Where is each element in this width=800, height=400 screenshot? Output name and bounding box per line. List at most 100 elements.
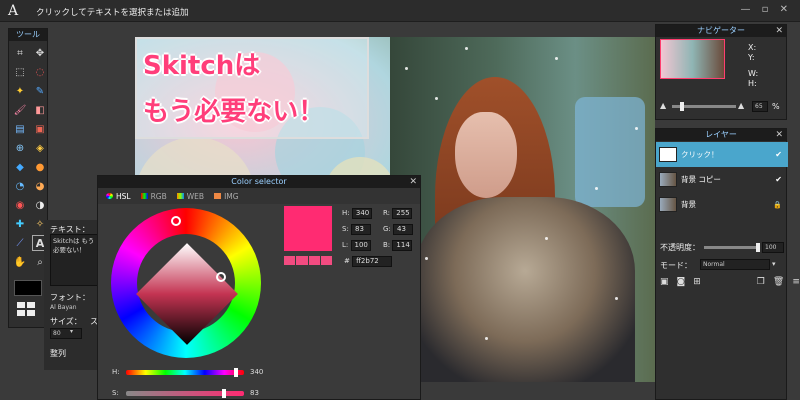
status-text: クリックしてテキストを選択または追加 xyxy=(36,8,189,18)
font-value[interactable]: Al Bayan xyxy=(50,304,77,311)
wand-icon[interactable]: ✦ xyxy=(12,83,28,99)
app-logo[interactable]: A xyxy=(8,3,18,19)
hand-icon[interactable]: ✋ xyxy=(12,254,28,270)
snowflake xyxy=(435,97,438,100)
s-field[interactable]: S: 83 xyxy=(342,224,372,235)
stamp-icon[interactable]: ⊕ xyxy=(12,140,28,156)
tab-img[interactable]: IMG xyxy=(214,192,239,201)
saturation-handle[interactable] xyxy=(216,272,226,282)
size-input[interactable]: 80 xyxy=(50,328,82,339)
gradient-icon[interactable]: ▣ xyxy=(32,121,48,137)
nav-h-label: H: xyxy=(748,79,757,88)
close-icon[interactable]: ✕ xyxy=(409,176,417,188)
subject-coat xyxy=(415,197,635,382)
layer-thumbnail xyxy=(659,197,677,212)
marquee-icon[interactable]: ⬚ xyxy=(12,64,28,80)
fill-icon[interactable]: ▤ xyxy=(12,121,28,137)
navigator-panel: ナビゲーター ✕ X: Y: W: H: ▲ ▲ 65 % xyxy=(655,24,787,120)
close-icon[interactable]: ✕ xyxy=(775,129,783,141)
g-field[interactable]: G: 43 xyxy=(383,224,414,235)
burn-icon[interactable]: ◉ xyxy=(12,197,28,213)
align-label: 整列 xyxy=(50,349,66,358)
layer-item[interactable]: 背景 コピー ✔ xyxy=(656,167,788,192)
window-controls[interactable]: — ▫ ✕ xyxy=(740,4,792,15)
callout-line-1: Skitchは xyxy=(143,51,261,81)
layer-style-icon[interactable]: ▣ xyxy=(660,277,669,287)
layer-mask-icon[interactable]: ◙ xyxy=(677,277,686,287)
text-input[interactable]: Skitchは もう必要ない！ xyxy=(50,234,100,286)
chevron-down-icon[interactable]: ▾ xyxy=(772,260,776,268)
snowflake xyxy=(635,127,638,130)
tab-rgb[interactable]: RGB xyxy=(140,192,167,201)
new-layer-icon[interactable]: ❐ xyxy=(757,277,765,287)
dodge-icon[interactable]: ◕ xyxy=(32,178,48,194)
lasso-icon[interactable]: ◌ xyxy=(32,64,48,80)
hue-handle[interactable] xyxy=(171,216,181,226)
snowflake xyxy=(405,67,408,70)
lock-icon: 🔒 xyxy=(773,200,782,209)
callout-line-2: もう必要ない！ xyxy=(143,97,325,127)
pencil-icon[interactable]: ✎ xyxy=(32,83,48,99)
zoom-in-icon[interactable]: ▲ xyxy=(738,101,744,110)
layer-item[interactable]: クリック！ ✔ xyxy=(656,142,788,167)
opacity-slider[interactable] xyxy=(704,243,760,252)
blur-icon[interactable]: ● xyxy=(32,159,48,175)
size-dropdown-icon[interactable]: ▾ xyxy=(70,328,73,335)
snowflake xyxy=(485,337,488,340)
zoom-slider-thumb[interactable] xyxy=(680,102,684,111)
color-mode-tabs: HSL RGB WEB IMG xyxy=(98,188,420,204)
pinch-icon[interactable]: ⟋ xyxy=(12,235,28,251)
crop-icon[interactable]: ⌗ xyxy=(12,45,28,61)
sponge-icon[interactable]: ◔ xyxy=(12,178,28,194)
hue-slider-thumb[interactable] xyxy=(234,368,238,377)
visibility-check-icon[interactable]: ✔ xyxy=(775,175,782,184)
primary-color-swatch[interactable] xyxy=(14,280,42,296)
zoom-input[interactable]: 65 xyxy=(752,101,768,112)
tools-panel: ツール ⌗ ✥ ⬚ ◌ ✦ ✎ 🖌 ◧ ▤ ▣ ⊕ ◈ ◆ ● ◔ ◕ ◉ ◑ … xyxy=(8,28,48,328)
hue-slider[interactable] xyxy=(126,368,244,377)
redeye-icon[interactable]: ◑ xyxy=(32,197,48,213)
visibility-check-icon[interactable]: ✔ xyxy=(775,150,782,159)
hex-field[interactable]: # ff2b72 xyxy=(344,256,393,267)
tool-grid: ⌗ ✥ ⬚ ◌ ✦ ✎ 🖌 ◧ ▤ ▣ ⊕ ◈ ◆ ● ◔ ◕ ◉ ◑ ✚ ✧ … xyxy=(9,41,48,274)
tab-web[interactable]: WEB xyxy=(176,192,204,201)
close-icon[interactable]: ✕ xyxy=(775,25,783,37)
snowflake xyxy=(595,187,598,190)
color-history-strip[interactable] xyxy=(284,256,332,265)
layer-menu-icon[interactable]: ≡ xyxy=(792,277,800,287)
text-callout[interactable]: Skitchは もう必要ない！ xyxy=(135,37,369,139)
view-grid-icon[interactable] xyxy=(17,302,47,316)
drawing-icon[interactable]: ◆ xyxy=(12,159,28,175)
snowflake xyxy=(465,47,468,50)
b-field[interactable]: B: 114 xyxy=(383,240,413,251)
l-field[interactable]: L: 100 xyxy=(342,240,371,251)
img-icon xyxy=(214,193,222,199)
add-layer-icon[interactable]: ⊞ xyxy=(693,277,701,287)
zoom-slider[interactable] xyxy=(672,102,736,111)
saturation-slider-thumb[interactable] xyxy=(222,389,226,398)
opacity-slider-thumb[interactable] xyxy=(756,243,760,252)
saturation-slider[interactable] xyxy=(126,389,244,398)
spot-heal-icon[interactable]: ✚ xyxy=(12,216,28,232)
move-icon[interactable]: ✥ xyxy=(32,45,48,61)
zoom-out-icon[interactable]: ▲ xyxy=(660,101,666,110)
brush-icon[interactable]: 🖌 xyxy=(12,102,28,118)
zoom-unit: % xyxy=(772,102,780,111)
mode-select[interactable]: Normal xyxy=(700,259,770,270)
snowflake xyxy=(615,297,618,300)
tab-hsl[interactable]: HSL xyxy=(106,192,131,201)
slider-h-label: H: xyxy=(112,368,120,376)
navigator-thumbnail[interactable] xyxy=(660,39,725,79)
eraser-icon[interactable]: ◧ xyxy=(32,102,48,118)
color-selector-title: Color selector ✕ xyxy=(98,176,420,188)
opacity-input[interactable]: 100 xyxy=(762,242,784,253)
snowflake xyxy=(425,257,428,260)
slider-h-value: 340 xyxy=(250,368,264,376)
subject-face xyxy=(455,112,517,198)
delete-layer-icon[interactable]: 🗑 xyxy=(773,277,784,287)
r-field[interactable]: R: 255 xyxy=(383,208,413,219)
color-replace-icon[interactable]: ◈ xyxy=(32,140,48,156)
layer-item[interactable]: 背景 🔒 xyxy=(656,192,788,217)
h-field[interactable]: H: 340 xyxy=(342,208,372,219)
bokeh-light xyxy=(575,97,645,207)
